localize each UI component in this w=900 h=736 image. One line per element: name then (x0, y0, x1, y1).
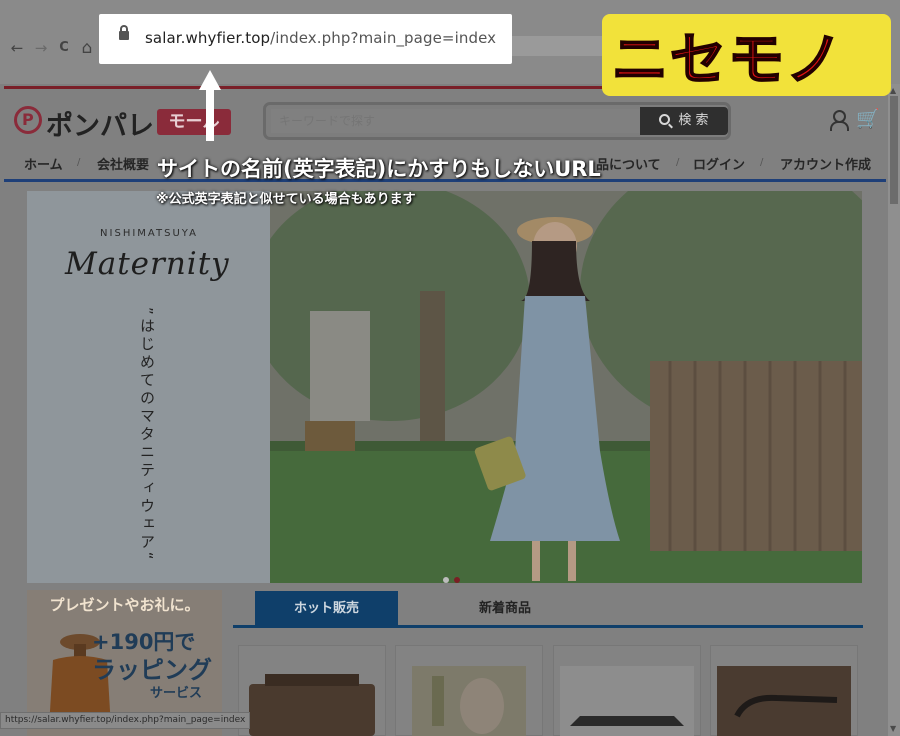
carousel-dot[interactable] (443, 577, 449, 583)
home-icon[interactable]: ⌂ (78, 38, 96, 58)
address-bar[interactable]: salar.whyfier.top/index.php?main_page=in… (99, 14, 512, 64)
back-icon[interactable]: ← (8, 38, 26, 58)
site-logo[interactable]: ポンパレ (46, 104, 154, 143)
search-button-label: 検 索 (678, 113, 709, 128)
fake-warning-label: ニセモノ (611, 27, 844, 94)
product-card[interactable] (710, 645, 858, 736)
promo-wrapping: ラッピング (92, 656, 212, 684)
banner-photo[interactable] (270, 191, 862, 583)
url-domain: salar.whyfier.top (145, 29, 271, 47)
product-card[interactable] (553, 645, 701, 736)
product-image-handle (717, 666, 851, 736)
nav-create-account[interactable]: アカウント作成 (780, 154, 871, 173)
carousel-dots (443, 568, 465, 587)
annotation-sub: ※公式英字表記と似せている場合もあります (156, 192, 416, 207)
logo-badge[interactable]: モール (157, 109, 231, 135)
nav-separator: / (676, 157, 680, 168)
nav-separator: / (77, 157, 81, 168)
search-input[interactable] (271, 109, 643, 133)
tab-underline (233, 625, 863, 628)
nav-home[interactable]: ホーム (24, 154, 63, 173)
up-arrow-icon (199, 70, 221, 90)
product-card[interactable] (395, 645, 543, 736)
banner-photo-illustration (270, 191, 862, 583)
promo-service: サービス (150, 686, 203, 701)
banner-text-panel[interactable]: NISHIMATSUYA Maternity ”はじめてのマタニティウェア“ (27, 191, 271, 583)
reload-icon[interactable]: C (55, 38, 73, 58)
nav-separator: / (760, 157, 764, 168)
cart-icon[interactable]: 🛒 (856, 109, 880, 129)
promo-heading: プレゼントやお礼に。 (49, 596, 200, 614)
search-button[interactable]: 検 索 (640, 107, 728, 135)
url-text: salar.whyfier.top/index.php?main_page=in… (145, 29, 496, 47)
lock-icon (119, 25, 129, 40)
banner-vertical-text: ”はじめてのマタニティウェア“ (138, 307, 156, 563)
logo-mark-icon[interactable]: P (14, 106, 42, 134)
tab-hot-sales[interactable]: ホット販売 (255, 591, 398, 626)
url-path: /index.php?main_page=index (270, 29, 497, 47)
search-bar: 検 索 (263, 102, 731, 140)
annotation-main: サイトの名前(英字表記)にかすりもしないURL (157, 157, 601, 181)
nav-company[interactable]: 会社概要 (97, 154, 149, 173)
nav-login[interactable]: ログイン (693, 154, 745, 173)
banner-brand: NISHIMATSUYA (100, 228, 198, 239)
product-image-bag (249, 674, 375, 736)
forward-icon[interactable]: → (32, 38, 50, 58)
product-image-gift (412, 666, 526, 736)
scroll-down-arrow-icon[interactable]: ▼ (890, 724, 896, 733)
carousel-dot-active[interactable] (454, 577, 460, 583)
address-bar-background (512, 36, 612, 56)
tab-new-arrivals[interactable]: 新着商品 (400, 591, 610, 626)
search-icon (659, 114, 671, 125)
scrollbar-thumb[interactable] (890, 96, 898, 204)
status-bar-url: https://salar.whyfier.top/index.php?main… (0, 712, 251, 729)
banner-title: Maternity (65, 246, 230, 282)
user-icon[interactable] (829, 110, 849, 131)
logo-mark-letter: P (22, 110, 34, 129)
arrow-shaft (206, 88, 214, 141)
product-image-tray (560, 666, 694, 736)
product-card[interactable] (238, 645, 386, 736)
nav-about-products[interactable]: 品について (596, 154, 661, 173)
